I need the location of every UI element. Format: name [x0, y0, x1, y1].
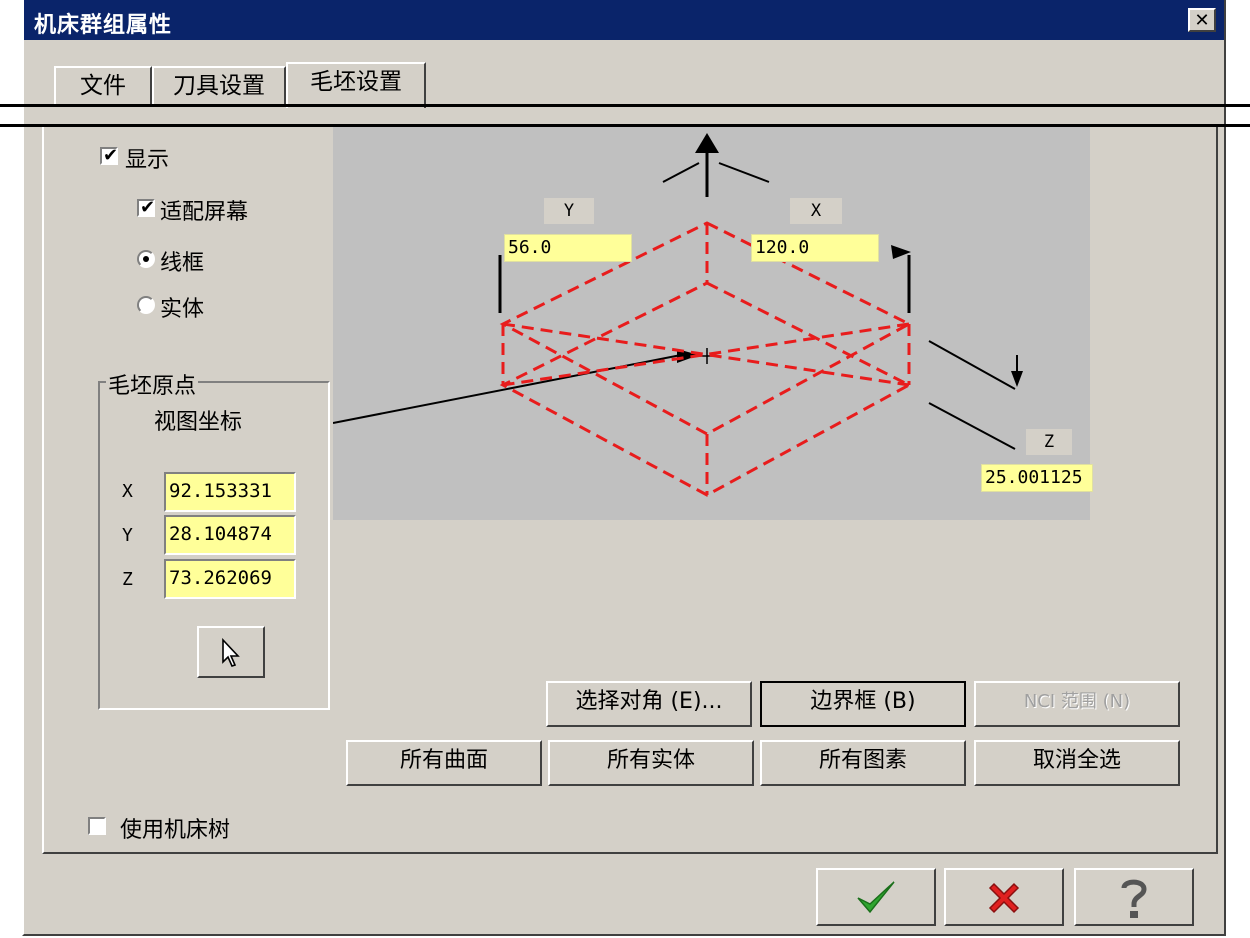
preview-x-axis-label: X [790, 198, 842, 224]
stock-wireframe-diagram [333, 133, 1023, 497]
select-corner-button[interactable]: 选择对角 (E)... [546, 681, 752, 727]
help-question-icon [1121, 879, 1147, 918]
stock-x-dimension-input[interactable]: 120.0 [751, 234, 879, 262]
deselect-all-button[interactable]: 取消全选 [974, 740, 1180, 786]
cancel-button[interactable] [944, 868, 1064, 926]
use-machine-tree-label: 使用机床树 [120, 818, 231, 843]
ok-button[interactable] [816, 868, 936, 926]
nci-range-button[interactable]: NCI 范围 (N) [974, 681, 1180, 727]
cancel-x-icon [988, 882, 1020, 914]
all-entities-button[interactable]: 所有图素 [760, 740, 966, 786]
stock-preview: Y X Z 56.0 120.0 25.001125 [333, 127, 1093, 520]
ok-checkmark-icon [857, 881, 895, 914]
preview-z-axis-label: Z [1026, 429, 1072, 455]
all-surfaces-button[interactable]: 所有曲面 [346, 740, 542, 786]
help-button[interactable] [1074, 868, 1194, 926]
preview-y-axis-label: Y [544, 198, 594, 224]
all-solids-button[interactable]: 所有实体 [548, 740, 754, 786]
stock-z-dimension-input[interactable]: 25.001125 [981, 464, 1093, 492]
bounding-box-button[interactable]: 边界框 (B) [760, 681, 966, 727]
stock-y-dimension-input[interactable]: 56.0 [504, 234, 632, 262]
use-machine-tree-checkbox[interactable] [88, 817, 106, 835]
